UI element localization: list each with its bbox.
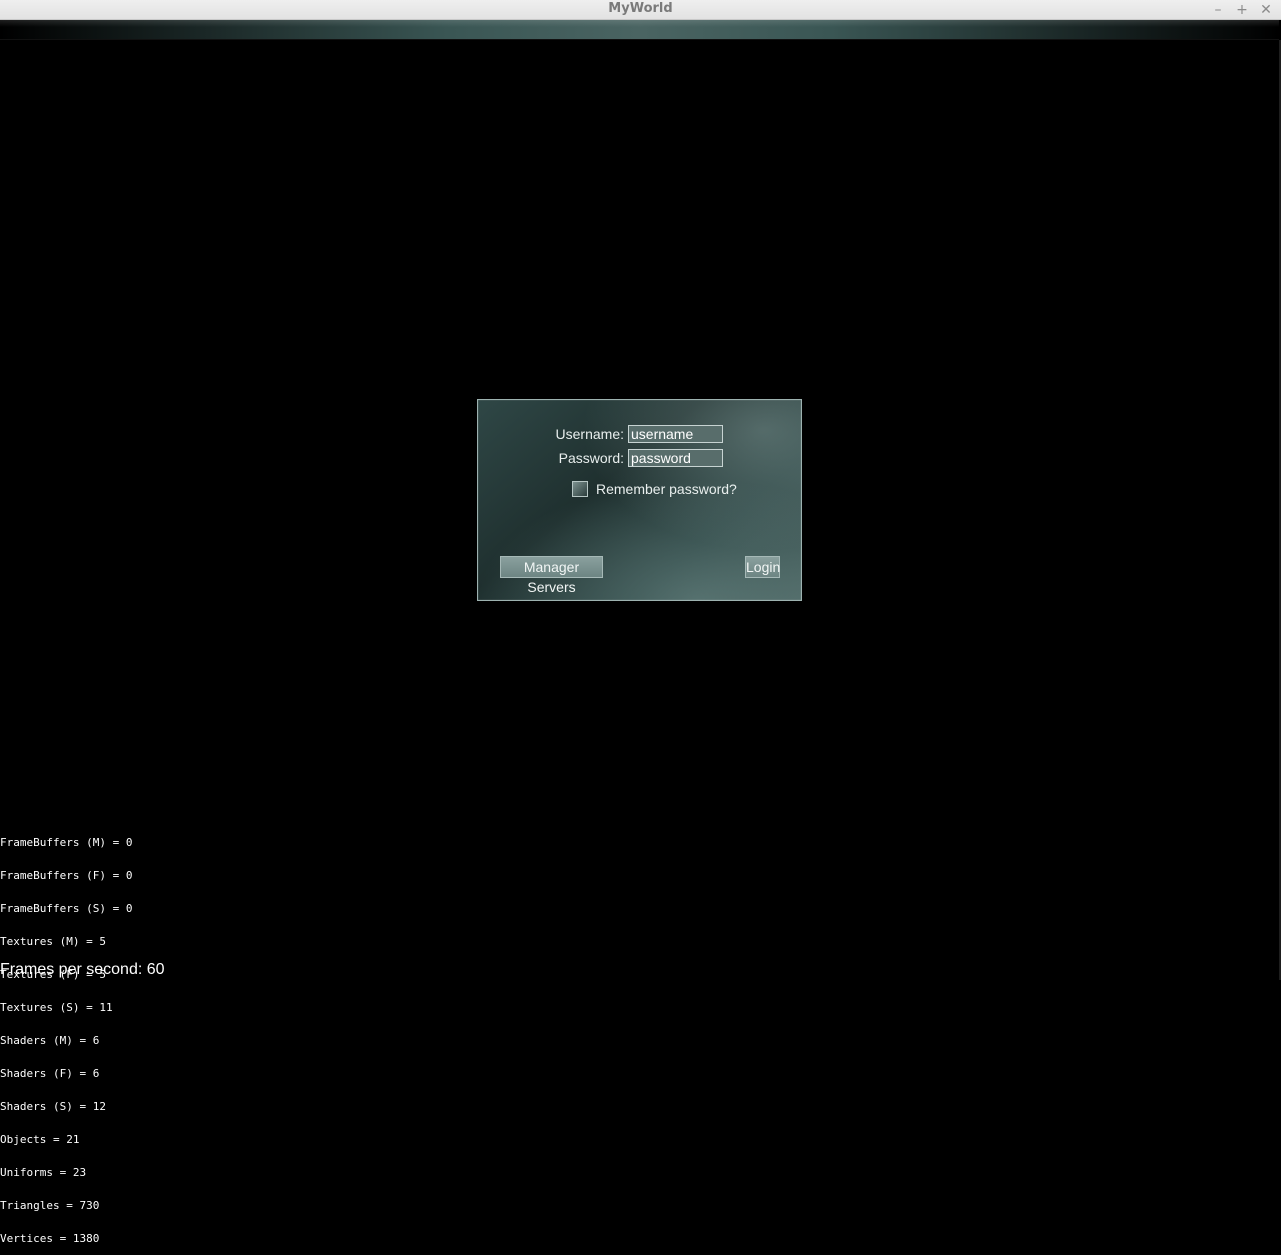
stat-line: Textures (S) = 11 (0, 1001, 113, 1014)
stat-line: Shaders (M) = 6 (0, 1034, 100, 1047)
password-label: Password: (558, 450, 624, 466)
remember-checkbox[interactable] (572, 481, 588, 497)
stat-line: Vertices = 1380 (0, 1232, 100, 1245)
stat-line: Shaders (F) = 6 (0, 1067, 100, 1080)
stat-line: Textures (M) = 5 (0, 935, 106, 948)
remember-row: Remember password? (572, 481, 737, 497)
remember-label: Remember password? (596, 481, 737, 497)
window-controls: – + ✕ (1211, 0, 1273, 19)
username-input[interactable]: username (628, 425, 723, 443)
title-bar: MyWorld – + ✕ (0, 0, 1281, 20)
stat-line: Objects = 21 (0, 1133, 80, 1146)
username-label: Username: (555, 426, 624, 442)
stat-line: Shaders (S) = 12 (0, 1100, 106, 1113)
maximize-icon[interactable]: + (1235, 3, 1249, 17)
minimize-icon[interactable]: – (1211, 3, 1225, 17)
render-stats: FrameBuffers (M) = 0 FrameBuffers (F) = … (0, 815, 132, 1255)
password-input[interactable]: password (628, 449, 723, 467)
top-gradient-bar (0, 20, 1279, 40)
username-row: Username: username (485, 425, 723, 443)
stat-line: Uniforms = 23 (0, 1166, 87, 1179)
window-title: MyWorld (608, 1, 673, 16)
fps-counter: Frames per second: 60 (0, 961, 165, 978)
stat-line: FrameBuffers (M) = 0 (0, 836, 133, 849)
login-dialog: Username: username Password: password Re… (477, 399, 802, 601)
stat-line: FrameBuffers (F) = 0 (0, 869, 133, 882)
stat-line: FrameBuffers (S) = 0 (0, 902, 133, 915)
login-button[interactable]: Login (745, 556, 780, 578)
password-row: Password: password (485, 449, 723, 467)
stat-line: Triangles = 730 (0, 1199, 100, 1212)
close-icon[interactable]: ✕ (1259, 3, 1273, 17)
manage-servers-button[interactable]: Manager Servers (500, 556, 603, 595)
